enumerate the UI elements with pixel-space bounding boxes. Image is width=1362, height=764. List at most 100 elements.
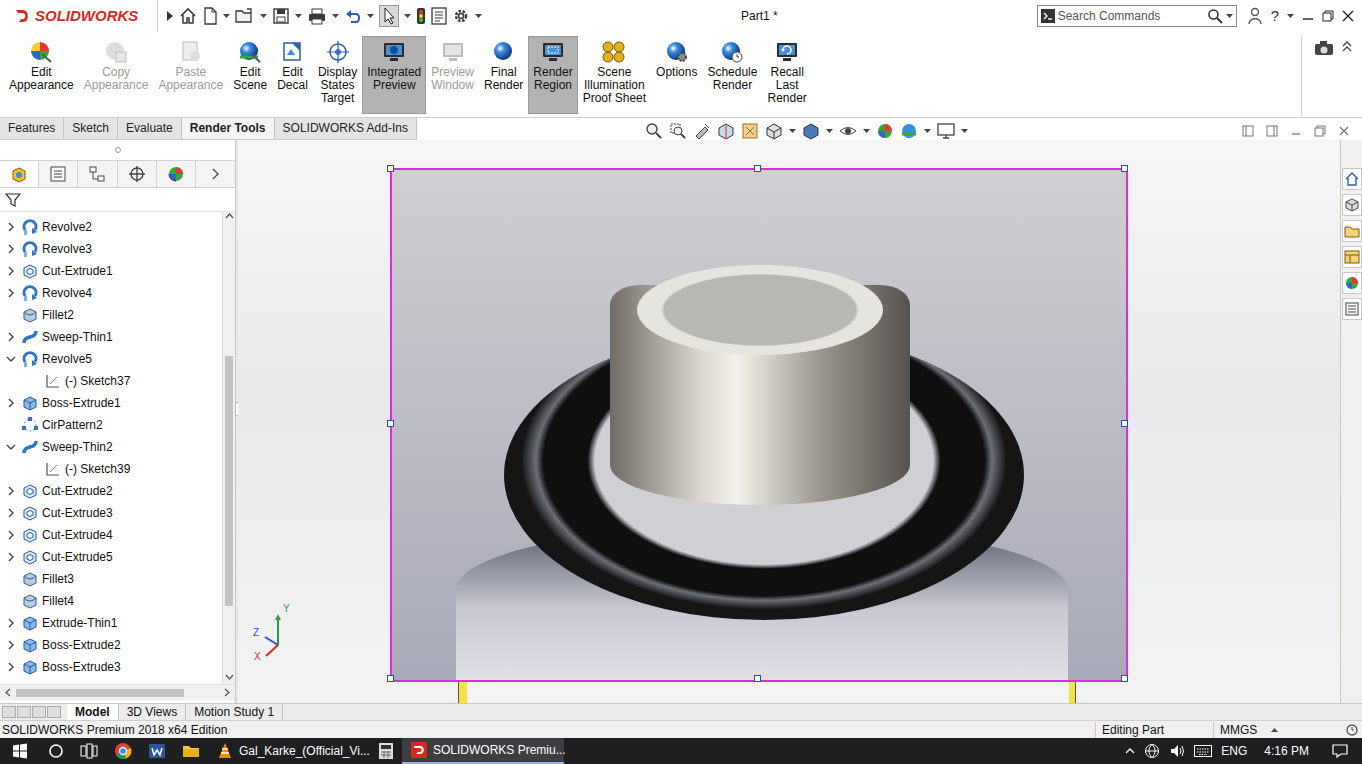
calculator-taskbar-button[interactable] [370, 738, 402, 764]
panel-tab[interactable] [78, 161, 117, 187]
close-icon[interactable] [1342, 10, 1354, 22]
search-box[interactable] [1037, 5, 1237, 27]
tab-previous-icon[interactable] [17, 706, 31, 718]
graphics-area[interactable]: YZX [238, 140, 1340, 703]
taskview-taskbar-button[interactable] [72, 738, 106, 764]
expand-menu-icon[interactable] [166, 10, 174, 22]
options-gear-icon[interactable] [452, 7, 470, 25]
command-prompt-icon[interactable] [1041, 9, 1055, 23]
zoom-to-fit-icon[interactable] [645, 122, 663, 140]
units-menu-icon[interactable] [1271, 727, 1279, 733]
resize-handle[interactable] [1121, 165, 1128, 172]
collapsed-arrow-icon[interactable] [4, 330, 18, 344]
collapsed-arrow-icon[interactable] [4, 242, 18, 256]
expanded-arrow-icon[interactable] [4, 440, 18, 454]
edit-decal-button[interactable]: EditDecal [272, 36, 313, 114]
recall-last-render-button[interactable]: RecallLastRender [762, 36, 811, 114]
edit-scene-button[interactable]: EditScene [228, 36, 272, 114]
tree-vertical-scrollbar[interactable] [222, 212, 235, 684]
file-properties-icon[interactable] [431, 7, 447, 25]
collapsed-arrow-icon[interactable] [4, 506, 18, 520]
scroll-thumb[interactable] [225, 356, 233, 606]
panel-tabs-more[interactable] [196, 161, 235, 187]
collapsed-arrow-icon[interactable] [4, 396, 18, 410]
open-folder-icon[interactable] [235, 7, 255, 25]
select-pointer-icon[interactable] [379, 5, 399, 27]
task-pane-tab[interactable] [1342, 220, 1362, 242]
select-dropdown-icon[interactable] [404, 14, 411, 19]
resize-handle[interactable] [387, 165, 394, 172]
scroll-right-icon[interactable] [223, 688, 231, 697]
edit-appearance-icon[interactable] [876, 122, 894, 140]
collapsed-arrow-icon[interactable] [4, 264, 18, 278]
vlc-taskbar-button[interactable]: Gal_Karke_(Official_Vi... [208, 738, 370, 764]
keyboard-icon[interactable] [1194, 745, 1212, 757]
viewport-close-icon[interactable] [1338, 125, 1350, 137]
model-tab[interactable]: Motion Study 1 [186, 704, 283, 720]
options-dropdown-icon[interactable] [475, 14, 482, 19]
previous-view-icon[interactable] [693, 122, 711, 140]
tree-item[interactable]: Boss-Extrude2 [0, 634, 222, 656]
panel-tab[interactable] [118, 161, 157, 187]
tree-item[interactable]: Boss-Extrude3 [0, 656, 222, 678]
tree-horizontal-scrollbar[interactable] [0, 684, 235, 700]
tree-item[interactable]: Boss-Extrude1 [0, 392, 222, 414]
view-orientation-icon[interactable] [765, 122, 783, 140]
tree-item[interactable]: Cut-Extrude2 [0, 480, 222, 502]
scene-dropdown-icon[interactable] [924, 129, 931, 134]
tree-item[interactable]: Sweep-Thin2 [0, 436, 222, 458]
units-selector[interactable]: MMGS [1213, 722, 1271, 738]
tab-first-icon[interactable] [2, 706, 16, 718]
print-icon[interactable] [307, 7, 327, 25]
display-states-target-button[interactable]: DisplayStatesTarget [313, 36, 362, 114]
collapsed-arrow-icon[interactable] [4, 550, 18, 564]
orientation-dropdown-icon[interactable] [789, 129, 796, 134]
solidworks-logo[interactable]: SOLIDWORKS [0, 0, 158, 32]
hide-show-icon[interactable] [839, 122, 857, 140]
tab-next-icon[interactable] [32, 706, 46, 718]
new-document-icon[interactable] [202, 7, 218, 25]
dynamic-annotation-icon[interactable] [741, 122, 759, 140]
tree-item[interactable]: Fillet4 [0, 590, 222, 612]
tree-item[interactable]: Cut-Extrude3 [0, 502, 222, 524]
panel-tab[interactable] [157, 161, 196, 187]
volume-icon[interactable] [1169, 743, 1185, 759]
view-dropdown-icon[interactable] [961, 129, 968, 134]
tree-item[interactable]: (-) Sketch37 [0, 370, 222, 392]
action-center-icon[interactable] [1332, 743, 1348, 759]
scroll-up-icon[interactable] [225, 212, 234, 220]
resize-handle[interactable] [387, 420, 394, 427]
language-indicator[interactable]: ENG [1221, 742, 1247, 760]
section-view-icon[interactable] [717, 122, 735, 140]
command-tab[interactable]: Sketch [64, 118, 118, 139]
collapse-ribbon-icon[interactable] [1342, 40, 1352, 52]
scroll-down-icon[interactable] [225, 673, 234, 681]
hide-dropdown-icon[interactable] [863, 129, 870, 134]
collapsed-arrow-icon[interactable] [4, 220, 18, 234]
resize-handle[interactable] [1121, 420, 1128, 427]
task-pane-tab[interactable] [1342, 246, 1362, 268]
task-pane-tab[interactable] [1342, 168, 1362, 190]
tree-item[interactable]: Fillet2 [0, 304, 222, 326]
collapsed-arrow-icon[interactable] [4, 638, 18, 652]
collapsed-arrow-icon[interactable] [4, 616, 18, 630]
tree-item[interactable]: Fillet3 [0, 568, 222, 590]
final-render-button[interactable]: FinalRender [479, 36, 528, 114]
help-dropdown-icon[interactable] [1287, 14, 1294, 19]
restore-icon[interactable] [1322, 10, 1334, 22]
save-dropdown-icon[interactable] [295, 14, 302, 19]
tree-item[interactable]: Cut-Extrude4 [0, 524, 222, 546]
task-pane-tab[interactable] [1342, 272, 1362, 294]
render-region[interactable] [390, 168, 1128, 682]
model-tab[interactable]: 3D Views [119, 704, 186, 720]
collapsed-arrow-icon[interactable] [4, 528, 18, 542]
camera-icon[interactable] [1314, 40, 1334, 56]
search-input[interactable] [1058, 7, 1204, 25]
clock[interactable]: 4:16 PM [1264, 742, 1309, 760]
print-dropdown-icon[interactable] [332, 14, 339, 19]
save-icon[interactable] [272, 7, 290, 25]
open-dropdown-icon[interactable] [260, 14, 267, 19]
solidworks-taskbar-button[interactable]: SOLIDWORKS Premiu... [402, 738, 564, 764]
view-settings-icon[interactable] [937, 122, 955, 140]
search-dropdown-icon[interactable] [1226, 14, 1233, 19]
